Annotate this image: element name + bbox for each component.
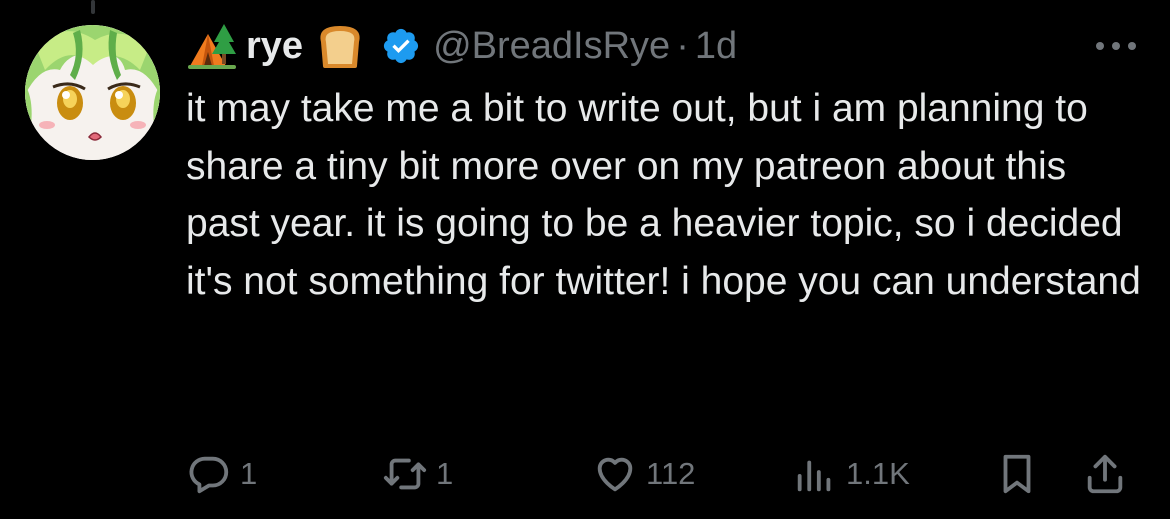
timestamp[interactable]: 1d [695, 25, 737, 68]
verified-badge-icon[interactable] [381, 26, 421, 66]
views-count: 1.1K [846, 456, 910, 491]
user-handle[interactable]: @BreadIsRye [433, 25, 670, 68]
views-chart-icon [797, 460, 831, 492]
views-button[interactable]: 1.1K [792, 446, 910, 502]
tweet-text: it may take me a bit to write out, but i… [186, 87, 1141, 303]
tweet-header: rye @BreadIsRye · 1d [186, 18, 737, 74]
retweet-button[interactable]: 1 [382, 446, 453, 502]
thread-connector-line [91, 0, 95, 14]
avatar-illustration [25, 25, 160, 160]
reply-button[interactable]: 1 [186, 446, 257, 502]
heart-icon [597, 457, 633, 492]
retweet-count: 1 [436, 456, 454, 491]
share-icon [1087, 454, 1123, 494]
reply-icon [189, 456, 229, 494]
bread-icon [320, 26, 360, 68]
avatar[interactable] [25, 25, 160, 160]
reply-count: 1 [240, 456, 258, 491]
separator-dot: · [676, 24, 689, 67]
retweet-icon [383, 458, 427, 490]
display-name[interactable]: rye [246, 25, 303, 68]
camping-tent-icon [188, 24, 236, 69]
tweet-actions-bar: 1 1 112 1.1K [186, 446, 1136, 502]
bookmark-icon [1003, 454, 1031, 494]
bookmark-button[interactable] [994, 446, 1040, 502]
more-options-icon[interactable] [1092, 36, 1140, 56]
share-button[interactable] [1082, 446, 1128, 502]
like-count: 112 [646, 456, 696, 491]
like-button[interactable]: 112 [592, 446, 695, 502]
